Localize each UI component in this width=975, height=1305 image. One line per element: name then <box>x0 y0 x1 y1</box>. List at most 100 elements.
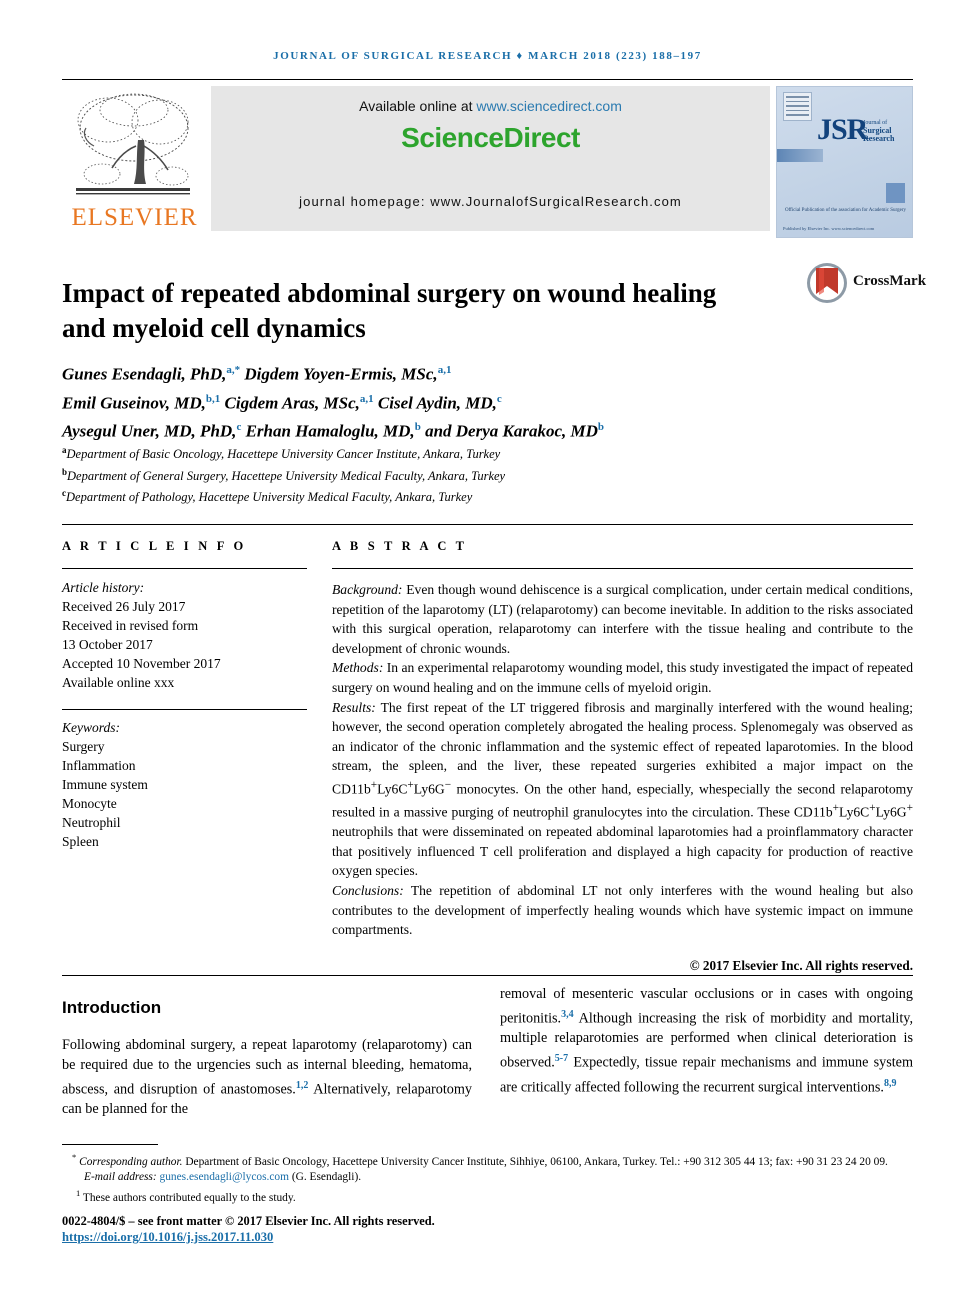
cover-subtitle-large: Surgical Research <box>863 126 895 143</box>
abstract-results: Results: The first repeat of the LT trig… <box>332 698 913 881</box>
introduction-right-paragraph: removal of mesenteric vascular occlusion… <box>500 985 913 1098</box>
keywords-block: Keywords: Surgery Inflammation Immune sy… <box>62 710 307 851</box>
cover-note: Official Publication of the association … <box>784 208 907 213</box>
history-item-2: 13 October 2017 <box>62 637 153 652</box>
abstract-background-label: Background: <box>332 582 403 597</box>
header-rule <box>62 79 913 80</box>
abstract-copyright: © 2017 Elsevier Inc. All rights reserved… <box>689 957 913 973</box>
introduction-left-column: Introduction Following abdominal surgery… <box>62 985 472 1120</box>
intro-right-ref-1[interactable]: 3,4 <box>561 1009 574 1020</box>
crossmark-icon <box>807 263 847 303</box>
keyword-2[interactable]: Immune system <box>62 775 307 794</box>
keyword-4[interactable]: Neutrophil <box>62 813 307 832</box>
available-online-text: Available online at <box>359 98 477 114</box>
introduction-right-column: removal of mesenteric vascular occlusion… <box>500 985 913 1098</box>
journal-homepage-line[interactable]: journal homepage: www.JournalofSurgicalR… <box>211 194 770 209</box>
page-title: Impact of repeated abdominal surgery on … <box>62 278 717 344</box>
author-list: Gunes Esendagli, PhD,a,* Digdem Yoyen-Er… <box>62 358 862 444</box>
cover-acronym: JSR <box>817 113 868 146</box>
author-line-3: Aysegul Uner, MD, PhD,c Erhan Hamaloglu,… <box>62 421 605 441</box>
abstract-methods-text: In an experimental relaparotomy wounding… <box>332 660 913 695</box>
keyword-5[interactable]: Spleen <box>62 832 307 851</box>
introduction-left-paragraph: Following abdominal surgery, a repeat la… <box>62 1036 472 1120</box>
history-item-0: Received 26 July 2017 <box>62 599 186 614</box>
keyword-1[interactable]: Inflammation <box>62 756 307 775</box>
article-history-block: Article history: Received 26 July 2017 R… <box>62 569 307 692</box>
abstract-results-text-5: Ly6C <box>839 804 870 820</box>
abstract-background: Background: Even though wound dehiscence… <box>332 580 913 658</box>
issn-line: 0022-4804/$ – see front matter © 2017 El… <box>62 1214 435 1228</box>
abstract-heading: A B S T R A C T <box>332 539 468 553</box>
intro-left-ref-1[interactable]: 1,2 <box>296 1080 309 1091</box>
abstract-column: A B S T R A C T Background: Even though … <box>332 539 913 975</box>
keywords-label: Keywords: <box>62 720 120 735</box>
footnote-corresponding-marker: * <box>72 1152 77 1162</box>
history-item-1: Received in revised form <box>62 618 199 633</box>
footnote-email-label: E-mail address: <box>84 1171 157 1184</box>
history-item-4: Available online xxx <box>62 675 175 690</box>
affiliation-c-text: Department of Pathology, Hacettepe Unive… <box>66 490 473 505</box>
footnote-equal-contribution: 1 These authors contributed equally to t… <box>62 1186 913 1206</box>
affiliation-c: cDepartment of Pathology, Hacettepe Univ… <box>62 485 862 507</box>
running-head: Journal of Surgical Research ♦ March 201… <box>273 50 702 62</box>
author-line-2: Emil Guseinov, MD,b,1 Cigdem Aras, MSc,a… <box>62 392 502 413</box>
available-online-line: Available online at www.sciencedirect.co… <box>211 98 770 114</box>
abstract-results-text-2: Ly6C <box>377 781 408 797</box>
sciencedirect-link[interactable]: www.sciencedirect.com <box>476 98 622 114</box>
cover-subtitle: Journal of Surgical Research <box>863 119 912 143</box>
article-page: Journal of Surgical Research ♦ March 201… <box>0 0 975 1305</box>
doi-link[interactable]: https://doi.org/10.1016/j.jss.2017.11.03… <box>62 1230 273 1245</box>
cover-accent-bar-left <box>777 149 823 162</box>
elsevier-tree-icon <box>76 93 190 195</box>
keyword-3[interactable]: Monocyte <box>62 794 307 813</box>
abstract-results-text-7: neutrophils that were disseminated on re… <box>332 824 913 879</box>
cover-footer: Published by Elsevier Inc. www.sciencedi… <box>783 226 875 231</box>
sciencedirect-logo[interactable]: ScienceDirect <box>211 122 770 154</box>
abstract-methods-label: Methods: <box>332 660 384 676</box>
affiliation-a: aDepartment of Basic Oncology, Hacettepe… <box>62 442 862 464</box>
affiliation-b-text: Department of General Surgery, Hacettepe… <box>67 468 506 483</box>
cover-elsevier-mark-icon <box>783 92 812 121</box>
affiliation-list: aDepartment of Basic Oncology, Hacettepe… <box>62 442 862 507</box>
history-item-3: Accepted 10 November 2017 <box>62 656 221 671</box>
elsevier-wordmark: ELSEVIER <box>71 204 198 231</box>
crossmark-badge[interactable]: CrossMark <box>806 262 926 304</box>
article-history-label: Article history: <box>62 580 145 595</box>
cover-accent-bar-right <box>886 183 905 203</box>
intro-right-ref-3[interactable]: 8,9 <box>884 1078 897 1089</box>
abstract-section-rule <box>62 524 913 525</box>
abstract-background-text: Even though wound dehiscence is a surgic… <box>332 582 913 656</box>
intro-right-ref-2[interactable]: 5-7 <box>555 1053 568 1064</box>
introduction-heading: Introduction <box>62 998 162 1017</box>
article-info-column: A R T I C L E I N F O Article history: R… <box>62 539 307 851</box>
keyword-0[interactable]: Surgery <box>62 737 307 756</box>
abstract-conclusions: Conclusions: The repetition of abdominal… <box>332 881 913 940</box>
footnote-block: * Corresponding author. Department of Ba… <box>62 1150 913 1206</box>
abstract-results-text-3: Ly6G <box>413 781 445 797</box>
abstract-results-text-6: Ly6G <box>875 804 907 820</box>
abstract-results-sup-6: + <box>906 802 913 815</box>
author-line-1: Gunes Esendagli, PhD,a,* Digdem Yoyen-Er… <box>62 364 452 384</box>
footnote-email: E-mail address: gunes.esendagli@lycos.co… <box>62 1170 913 1186</box>
abstract-results-label: Results: <box>332 699 376 715</box>
abstract-conclusions-label: Conclusions: <box>332 882 404 898</box>
abstract-body: Background: Even though wound dehiscence… <box>332 569 913 975</box>
affiliation-b: bDepartment of General Surgery, Hacettep… <box>62 464 862 486</box>
abstract-methods: Methods: In an experimental relaparotomy… <box>332 658 913 697</box>
footnote-equal-text: These authors contributed equally to the… <box>80 1191 296 1204</box>
footnote-email-suffix: (G. Esendagli). <box>288 1171 362 1184</box>
masthead: ELSEVIER Available online at www.science… <box>62 86 913 238</box>
body-section-rule <box>62 975 913 976</box>
footnote-corresponding-text: Department of Basic Oncology, Hacettepe … <box>182 1155 888 1168</box>
sciencedirect-panel: Available online at www.sciencedirect.co… <box>211 86 770 231</box>
footnote-corresponding-label: Corresponding author. <box>79 1155 183 1168</box>
crossmark-label: CrossMark <box>853 273 927 289</box>
footnote-corresponding: * Corresponding author. Department of Ba… <box>62 1150 913 1170</box>
footnote-rule <box>62 1144 158 1145</box>
affiliation-a-text: Department of Basic Oncology, Hacettepe … <box>66 447 501 462</box>
journal-cover-thumbnail[interactable]: JSR Journal of Surgical Research Officia… <box>776 86 913 238</box>
elsevier-logo: ELSEVIER <box>62 86 207 238</box>
article-info-heading: A R T I C L E I N F O <box>62 539 247 553</box>
abstract-conclusions-text: The repetition of abdominal LT not only … <box>332 882 913 938</box>
footnote-email-link[interactable]: gunes.esendagli@lycos.com <box>160 1171 289 1183</box>
